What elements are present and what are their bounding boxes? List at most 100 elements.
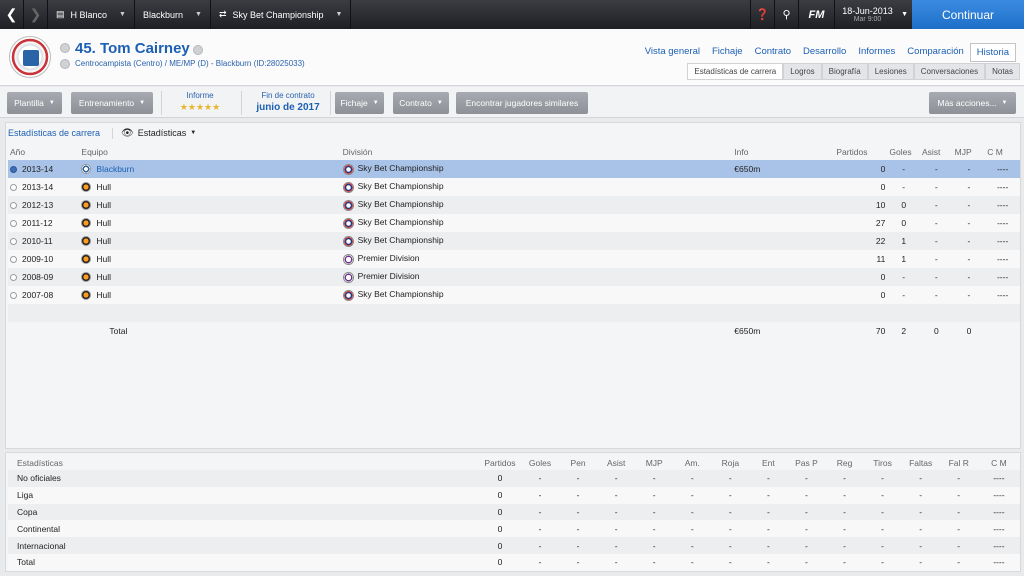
row-info (732, 268, 835, 286)
row-team[interactable]: Hull (96, 236, 111, 246)
stats-cell: - (673, 553, 712, 571)
col-apps[interactable]: Partidos (834, 143, 887, 160)
stats-cell: - (521, 503, 560, 521)
row-mjp: - (952, 250, 986, 268)
row-cm: ---- (985, 214, 1020, 232)
row-select-icon (10, 274, 17, 282)
row-year: 2010-11 (22, 236, 53, 246)
stats-cell: - (673, 503, 712, 521)
col-team[interactable]: Equipo (79, 143, 340, 160)
manager-icon: ▤ (56, 9, 65, 19)
col-roja[interactable]: Roja (711, 455, 749, 470)
find-similar-button[interactable]: Encontrar jugadores similares (456, 92, 588, 114)
tab-vista-general[interactable]: Vista general (639, 43, 706, 62)
stats-cell: - (711, 553, 750, 571)
table-row[interactable]: 2011-12 Hull Sky Bet Championship 27 0 -… (8, 214, 1020, 232)
tab-fichaje[interactable]: Fichaje (706, 43, 749, 62)
stats-cell: - (787, 486, 826, 504)
col-division[interactable]: División (341, 143, 733, 160)
row-team[interactable]: Hull (96, 254, 111, 264)
contract-end: Fin de contrato junio de 2017 (250, 91, 326, 113)
table-row[interactable]: 2012-13 Hull Sky Bet Championship 10 0 -… (8, 196, 1020, 214)
col-ent[interactable]: Ent (749, 455, 787, 470)
fm-logo-icon: FM (808, 8, 825, 21)
row-team[interactable]: Hull (96, 200, 111, 210)
subtab-lesiones[interactable]: Lesiones (867, 63, 914, 80)
info-icon[interactable] (193, 45, 203, 55)
col-assists[interactable]: Asist (920, 143, 953, 160)
col-goals[interactable]: Goles (887, 143, 920, 160)
col-fal-r[interactable]: Fal R (940, 455, 978, 470)
table-row[interactable]: 2013-14 Blackburn Sky Bet Championship €… (8, 160, 1020, 178)
championship-logo-icon (342, 163, 354, 175)
competition-menu[interactable]: ⇄ Sky Bet Championship ▼ (211, 0, 352, 29)
more-actions-label: Más acciones... (937, 98, 997, 108)
row-team[interactable]: Hull (96, 290, 111, 300)
date-display[interactable]: 18-Jun-2013 Mar 9:00 ▼ (834, 0, 908, 29)
contrato-button[interactable]: Contrato ▼ (393, 92, 449, 114)
col-info[interactable]: Info (732, 143, 834, 160)
col-am[interactable]: Am. (673, 455, 711, 470)
table-row[interactable]: 2007-08 Hull Sky Bet Championship 0 - - … (8, 286, 1020, 304)
continue-button[interactable]: Continuar (912, 0, 1024, 29)
hull-crest-icon (81, 290, 92, 301)
table-row[interactable]: 2009-10 Hull Premier Division 11 1 - - -… (8, 250, 1020, 268)
row-team[interactable]: Hull (96, 182, 111, 192)
table-row[interactable]: 2013-14 Hull Sky Bet Championship 0 - - … (8, 178, 1020, 196)
row-team[interactable]: Hull (96, 272, 111, 282)
entrenamiento-button[interactable]: Entrenamiento ▼ (71, 92, 153, 114)
forward-button[interactable]: ❯ (24, 0, 48, 29)
tab-informes[interactable]: Informes (852, 43, 901, 62)
col-goles[interactable]: Goles (521, 455, 559, 470)
plantilla-button[interactable]: Plantilla ▼ (7, 92, 62, 114)
row-team[interactable]: Hull (96, 218, 111, 228)
col-year[interactable]: Año (8, 143, 79, 160)
stats-cell: - (825, 486, 864, 504)
fm-menu-button[interactable]: FM (798, 0, 834, 29)
action-toolbar: Plantilla ▼ Entrenamiento ▼ Informe ★★★★★ … (0, 87, 1024, 118)
subtab-notas[interactable]: Notas (985, 63, 1020, 80)
subtab-career-stats[interactable]: Estadísticas de carrera (687, 63, 784, 80)
col-cm[interactable]: C M (978, 455, 1020, 470)
col-pas-p[interactable]: Pas P (787, 455, 825, 470)
tab-desarrollo[interactable]: Desarrollo (797, 43, 852, 62)
status-icon[interactable] (60, 43, 70, 53)
col-pen[interactable]: Pen (559, 455, 597, 470)
col-faltas[interactable]: Faltas (902, 455, 940, 470)
chevron-down-icon: ▼ (436, 100, 443, 106)
fichaje-button[interactable]: Fichaje ▼ (335, 92, 384, 114)
club-menu[interactable]: Blackburn ▼ (135, 0, 211, 29)
manager-menu[interactable]: ▤ H Blanco ▼ (48, 0, 135, 29)
subtab-conversaciones[interactable]: Conversaciones (913, 63, 986, 80)
subtab-biografia[interactable]: Biografía (821, 63, 868, 80)
tab-comparacion[interactable]: Comparación (901, 43, 970, 62)
stats-cell: - (673, 486, 712, 504)
tab-historia[interactable]: Historia (969, 43, 1016, 62)
tab-contrato[interactable]: Contrato (749, 43, 797, 62)
search-button[interactable]: ⚲ (774, 0, 798, 29)
back-button[interactable]: ❮ (0, 0, 24, 29)
premier-league-logo-icon (342, 253, 354, 265)
stats-cell: - (863, 470, 902, 487)
more-actions-button[interactable]: Más acciones... ▼ (929, 92, 1016, 114)
view-selector[interactable]: 👁 Estadísticas ▼ (112, 127, 196, 139)
stats-cell: - (901, 470, 940, 487)
stats-cell: - (749, 486, 788, 504)
col-reg[interactable]: Reg (826, 455, 864, 470)
help-button[interactable]: ❓ (750, 0, 774, 29)
col-tiros[interactable]: Tiros (864, 455, 902, 470)
table-row[interactable]: 2010-11 Hull Sky Bet Championship 22 1 -… (8, 232, 1020, 250)
row-apps: 10 (834, 196, 888, 214)
total-apps: 70 (834, 322, 888, 340)
eye-icon: 👁 (121, 127, 134, 139)
col-mjp[interactable]: MJP (953, 143, 986, 160)
col-cm[interactable]: C M (985, 143, 1020, 160)
row-team[interactable]: Blackburn (96, 164, 134, 174)
chevron-down-icon: ▼ (901, 11, 908, 18)
col-partidos[interactable]: Partidos (479, 455, 521, 470)
scout-report[interactable]: Informe ★★★★★ (170, 91, 230, 113)
subtab-logros[interactable]: Logros (783, 63, 822, 80)
table-row[interactable]: 2008-09 Hull Premier Division 0 - - - --… (8, 268, 1020, 286)
col-mjp[interactable]: MJP (635, 455, 673, 470)
col-asist[interactable]: Asist (597, 455, 635, 470)
